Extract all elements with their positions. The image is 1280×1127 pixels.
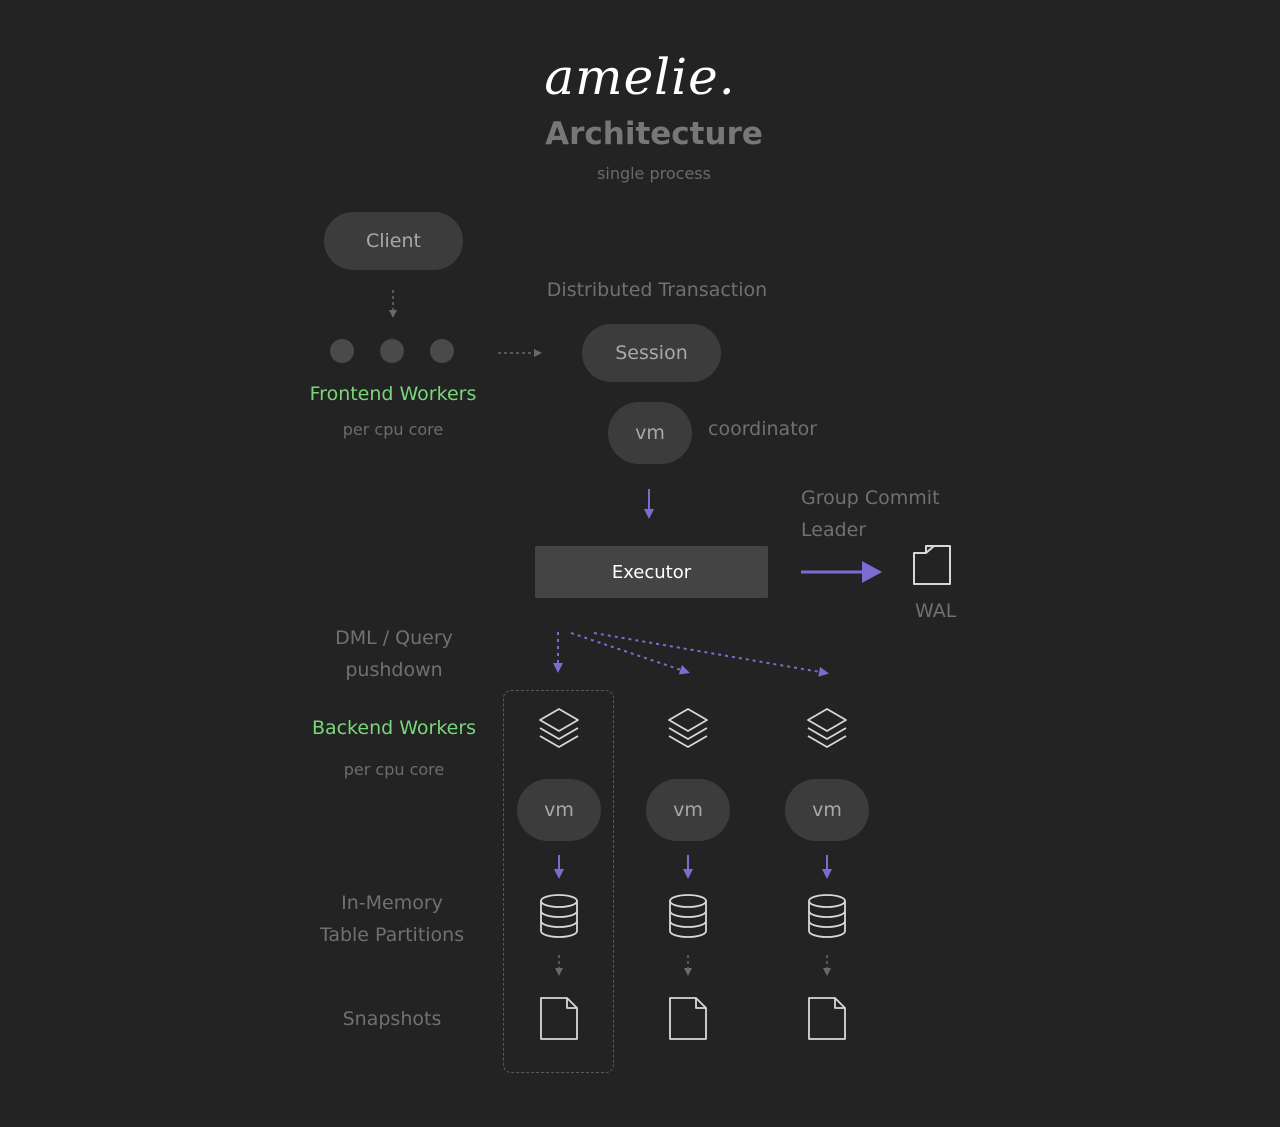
database-icon — [808, 894, 846, 938]
layers-icon — [668, 708, 708, 748]
backend-column — [539, 708, 579, 1040]
backend-column — [668, 708, 708, 1040]
file-icon — [808, 997, 846, 1040]
wal-file-icon — [913, 545, 951, 585]
diagram-graphics — [389, 290, 951, 1040]
database-icon — [669, 894, 707, 938]
file-icon — [669, 997, 707, 1040]
layers-icon — [807, 708, 847, 748]
layers-icon — [539, 708, 579, 748]
backend-column — [807, 708, 847, 1040]
file-icon — [540, 997, 578, 1040]
database-icon — [540, 894, 578, 938]
pushdown-arrow-3 — [593, 632, 829, 677]
